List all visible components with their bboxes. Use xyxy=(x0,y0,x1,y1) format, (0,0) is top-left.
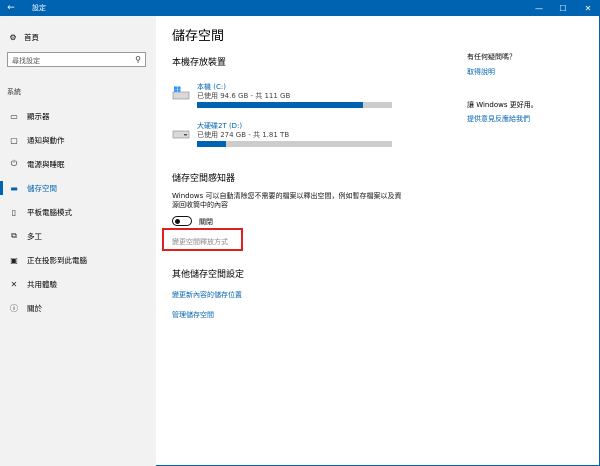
sidebar-item-share[interactable]: ✕ 共用體驗 xyxy=(0,272,156,296)
sidebar-item-label: 平板電腦模式 xyxy=(27,207,72,217)
sidebar-item-label: 通知與動作 xyxy=(27,135,65,145)
other-storage-heading: 其他儲存空間設定 xyxy=(172,270,245,280)
usage-bar-fill xyxy=(197,102,364,108)
toggle-state-label: 關閉 xyxy=(199,218,213,226)
window-title: 設定 xyxy=(32,4,46,12)
drive-d[interactable]: 大硬碟2T (D:) 已使用 274 GB - 共 1.81 TB xyxy=(172,121,392,155)
sidebar-item-label: 儲存空間 xyxy=(27,183,57,193)
sidebar-item-power[interactable]: ⏻ 電源與睡眠 xyxy=(0,152,156,176)
project-icon: ▣ xyxy=(10,255,18,265)
drive-usage: 已使用 274 GB - 共 1.81 TB xyxy=(197,131,290,139)
sidebar: ⚙ 首頁 尋找設定 ⚲ 系統 ▭ 顯示器 ▢ 通知與動作 ⏻ 電源與睡眠 ▬ 儲存空間 ▯ 平板電… xyxy=(0,16,156,466)
share-icon: ✕ xyxy=(10,279,18,289)
nav-list: ▭ 顯示器 ▢ 通知與動作 ⏻ 電源與睡眠 ▬ 儲存空間 ▯ 平板電腦模式 ⧉ 多工 ▣ 正在投影到此電腦… xyxy=(0,104,156,320)
back-arrow-icon: ← xyxy=(7,3,15,13)
windows-drive-icon xyxy=(172,86,190,100)
search-placeholder: 尋找設定 xyxy=(12,57,40,65)
storage-icon: ▬ xyxy=(10,183,18,193)
sidebar-item-monitor[interactable]: ▭ 顯示器 xyxy=(0,104,156,128)
search-icon: ⚲ xyxy=(135,55,141,64)
local-storage-heading: 本機存放裝置 xyxy=(172,58,227,68)
home-label: 首頁 xyxy=(24,33,39,42)
sidebar-item-tablet[interactable]: ▯ 平板電腦模式 xyxy=(0,200,156,224)
manage-storage-link[interactable]: 管理儲存空間 xyxy=(172,310,214,320)
page-title: 儲存空間 xyxy=(172,29,225,44)
red-highlight-box xyxy=(162,228,243,251)
monitor-icon: ▭ xyxy=(10,111,18,121)
home-nav[interactable]: ⚙ 首頁 xyxy=(8,32,39,43)
feedback-link[interactable]: 提供意見反應給我們 xyxy=(467,114,530,124)
sidebar-item-label: 正在投影到此電腦 xyxy=(27,255,87,265)
sidebar-item-label: 電源與睡眠 xyxy=(27,159,65,169)
sidebar-item-multitask[interactable]: ⧉ 多工 xyxy=(0,224,156,248)
maximize-button[interactable]: ☐ xyxy=(551,0,575,16)
gear-icon: ⚙ xyxy=(9,33,17,42)
storage-sense-heading: 儲存空間感知器 xyxy=(172,174,236,184)
get-help-link[interactable]: 取得說明 xyxy=(467,67,495,77)
question-heading: 有任何疑問嗎？ xyxy=(467,53,516,61)
title-bar: ← 設定 — ☐ ✕ xyxy=(0,0,600,16)
sidebar-item-label: 多工 xyxy=(27,231,42,241)
drive-usage: 已使用 94.6 GB - 共 111 GB xyxy=(197,92,291,100)
usage-bar-fill xyxy=(197,141,226,147)
sidebar-item-info[interactable]: ⓘ 關於 xyxy=(0,296,156,320)
sidebar-item-storage[interactable]: ▬ 儲存空間 xyxy=(0,176,156,200)
power-icon: ⏻ xyxy=(10,159,18,168)
section-label: 系統 xyxy=(7,88,21,96)
sidebar-item-project[interactable]: ▣ 正在投影到此電腦 xyxy=(0,248,156,272)
sidebar-item-label: 顯示器 xyxy=(27,111,50,121)
back-button[interactable]: ← xyxy=(0,0,22,16)
message-icon: ▢ xyxy=(10,135,18,145)
close-button[interactable]: ✕ xyxy=(576,0,600,16)
minimize-button[interactable]: — xyxy=(527,0,551,16)
search-input[interactable]: 尋找設定 ⚲ xyxy=(7,52,146,67)
toggle-knob xyxy=(175,218,180,224)
multitask-icon: ⧉ xyxy=(11,231,17,240)
change-save-location-link[interactable]: 變更新內容的儲存位置 xyxy=(172,290,242,300)
info-icon: ⓘ xyxy=(10,303,18,313)
sidebar-item-message[interactable]: ▢ 通知與動作 xyxy=(0,128,156,152)
tablet-icon: ▯ xyxy=(11,207,17,217)
sidebar-item-label: 共用體驗 xyxy=(27,279,57,289)
drive-c[interactable]: 本機 (C:) 已使用 94.6 GB - 共 111 GB xyxy=(172,82,392,116)
storage-sense-description: Windows 可以自動清除您不需要的檔案以釋出空間，例如暫存檔案以及資源回收筒… xyxy=(172,192,402,209)
storage-sense-toggle[interactable] xyxy=(172,216,192,226)
better-windows-heading: 讓 Windows 更好用。 xyxy=(467,101,538,109)
sidebar-item-label: 關於 xyxy=(27,303,42,313)
usage-bar xyxy=(197,141,392,147)
usage-bar xyxy=(197,102,392,108)
drive-icon xyxy=(172,130,190,139)
